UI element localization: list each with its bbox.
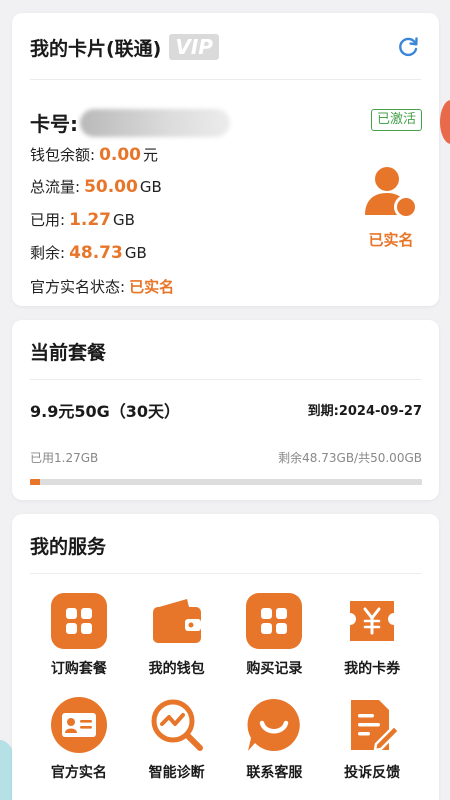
data-usage-progress-bar [30,479,422,485]
realname-status-value: 已实名 [129,278,175,296]
services-panel: 我的服务 订购套餐 我的钱包 购买记录 我的卡券 官方实名 智能诊断 联系客服 … [12,514,439,800]
activated-status-badge: 已激活 [370,109,422,131]
wallet-icon [148,592,206,650]
wallet-balance-unit: 元 [143,146,159,164]
service-label: 投诉反馈 [344,765,401,781]
id-card-icon [50,696,108,754]
used-data-label: 已用: [30,211,66,229]
service-my-wallet[interactable]: 我的钱包 [128,592,226,678]
data-usage-progress-fill [30,479,40,485]
feedback-edit-icon [343,696,401,754]
refresh-icon[interactable] [395,34,421,60]
divider [30,573,421,574]
wallet-balance-value: 0.00 [99,145,142,165]
total-data-row: 总流量: 50.00 GB [30,176,162,197]
verified-user-label: 已实名 [368,231,414,249]
yen-ticket-icon [343,592,401,650]
services-grid: 订购套餐 我的钱包 购买记录 我的卡券 官方实名 智能诊断 联系客服 投诉反馈 [30,592,421,782]
service-label: 购买记录 [246,661,303,677]
service-label: 我的卡券 [344,661,401,677]
wallet-balance-label: 钱包余额: [30,146,96,164]
plan-remaining-text: 剩余48.73GB/共50.00GB [278,451,422,465]
grid-apps-icon [245,592,303,650]
used-data-row: 已用: 1.27 GB [30,209,135,230]
verified-user-icon [361,167,421,225]
service-label: 智能诊断 [148,765,205,781]
edge-decoration [440,100,450,144]
total-data-value: 50.00 [84,177,138,197]
vip-badge: VIP [169,34,219,60]
plan-expiry-date: 到期:2024-09-27 [307,404,422,419]
diagnosis-icon [148,696,206,754]
divider [30,379,421,380]
realname-status-label: 官方实名状态: [30,278,126,296]
total-data-unit: GB [139,178,162,196]
current-plan-title: 当前套餐 [30,342,107,364]
services-title: 我的服务 [30,536,107,558]
realname-status-row: 官方实名状态: 已实名 [30,276,174,297]
service-label: 官方实名 [50,765,107,781]
grid-apps-icon [50,592,108,650]
service-label: 联系客服 [246,765,303,781]
service-label: 我的钱包 [148,661,205,677]
service-label: 订购套餐 [50,661,107,677]
service-complaint-feedback[interactable]: 投诉反馈 [323,696,421,782]
current-plan-panel: 当前套餐 9.9元50G（30天） 到期:2024-09-27 已用1.27GB… [12,320,439,500]
plan-name: 9.9元50G（30天） [30,402,181,421]
used-data-value: 1.27 [69,210,112,230]
remaining-data-label: 剩余: [30,244,66,262]
service-customer-support[interactable]: 联系客服 [226,696,324,782]
sim-card-header: 我的卡片(联通) VIP [30,30,421,64]
plan-used-text: 已用1.27GB [30,451,99,465]
smile-chat-icon [245,696,303,754]
remaining-data-row: 剩余: 48.73 GB [30,242,147,263]
remaining-data-unit: GB [124,244,147,262]
service-purchase-records[interactable]: 购买记录 [226,592,324,678]
sim-card-panel: 我的卡片(联通) VIP 卡号: 已激活 钱包余额: 0.00 元 总流量: 5… [12,13,439,306]
service-order-plan[interactable]: 订购套餐 [30,592,128,678]
wallet-balance-row: 钱包余额: 0.00 元 [30,144,158,165]
remaining-data-value: 48.73 [69,243,123,263]
card-number-redacted [80,108,230,137]
divider [30,79,421,80]
service-my-coupons[interactable]: 我的卡券 [323,592,421,678]
sim-card-title: 我的卡片(联通) [30,37,162,60]
verified-user-indicator: 已实名 [361,165,421,250]
card-number-label: 卡号: [30,112,78,136]
total-data-label: 总流量: [30,178,81,196]
card-number: 卡号: [30,108,230,137]
service-official-realname[interactable]: 官方实名 [30,696,128,782]
used-data-unit: GB [113,211,135,229]
service-smart-diagnosis[interactable]: 智能诊断 [128,696,226,782]
